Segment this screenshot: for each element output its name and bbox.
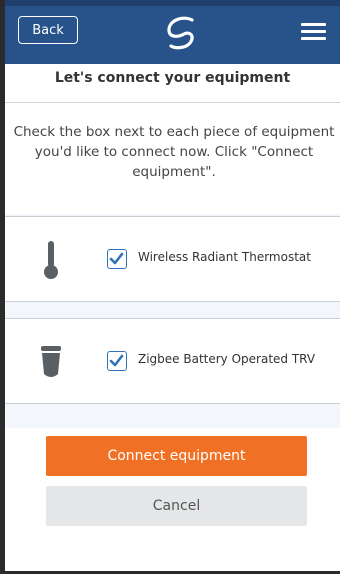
menu-bar xyxy=(301,30,326,33)
menu-bar xyxy=(301,37,326,40)
app-screen: Back Let's connect your equipment Check … xyxy=(0,0,340,574)
checkmark-icon xyxy=(109,354,124,367)
equipment-checkbox[interactable] xyxy=(107,351,127,371)
thermometer-icon xyxy=(44,241,58,279)
instructions-text: Check the box next to each piece of equi… xyxy=(13,124,335,180)
page-title: Let's connect your equipment xyxy=(54,70,291,86)
connect-equipment-button[interactable]: Connect equipment xyxy=(46,436,307,476)
equipment-checkbox[interactable] xyxy=(107,249,127,269)
equipment-label: Wireless Radiant Thermostat xyxy=(138,250,311,264)
hamburger-menu-icon[interactable] xyxy=(301,20,326,42)
back-button[interactable]: Back xyxy=(18,16,78,44)
list-item-wireless-thermostat[interactable]: Wireless Radiant Thermostat xyxy=(5,216,340,302)
menu-bar xyxy=(301,23,326,26)
swirl-logo xyxy=(167,16,194,50)
trv-valve-icon xyxy=(41,346,61,377)
cancel-button[interactable]: Cancel xyxy=(46,486,307,526)
equipment-label: Zigbee Battery Operated TRV xyxy=(138,352,316,366)
list-item-zigbee-trv[interactable]: Zigbee Battery Operated TRV xyxy=(5,318,340,404)
divider xyxy=(5,102,340,103)
checkmark-icon xyxy=(109,252,124,265)
top-nav-bar: Back xyxy=(5,6,340,64)
